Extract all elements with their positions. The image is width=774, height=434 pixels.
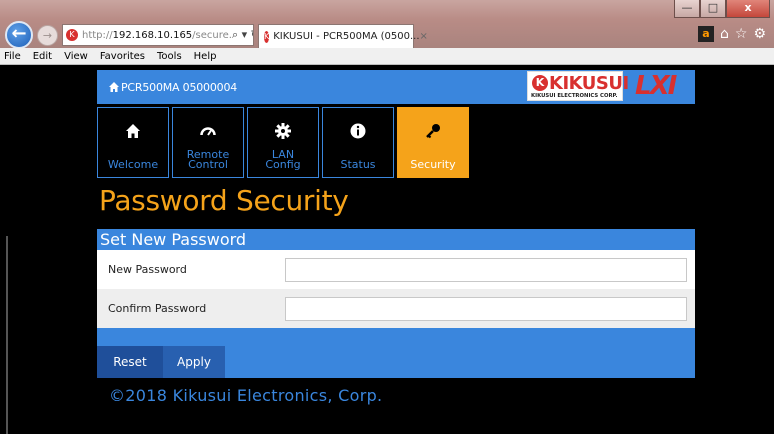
menu-view[interactable]: View bbox=[64, 51, 88, 62]
url-scheme: http:// bbox=[82, 29, 113, 41]
apply-button[interactable]: Apply bbox=[163, 346, 225, 378]
footer-strip: ©2018 Kikusui Electronics, Corp. bbox=[97, 378, 695, 414]
minimize-button[interactable]: — bbox=[674, 0, 700, 18]
home-icon bbox=[109, 82, 119, 92]
url-path: /secure. bbox=[192, 29, 232, 41]
reset-button[interactable]: Reset bbox=[97, 346, 163, 378]
confirm-password-label: Confirm Password bbox=[108, 302, 207, 315]
device-header: PCR500MA 05000004 K KIKUSUI KIKUSUI ELEC… bbox=[97, 70, 695, 104]
page-title: Password Security bbox=[99, 184, 349, 217]
page-edge bbox=[6, 236, 8, 434]
nav-welcome[interactable]: Welcome bbox=[97, 107, 169, 178]
back-button[interactable]: ← bbox=[5, 21, 33, 49]
info-icon bbox=[350, 123, 366, 139]
menu-favorites[interactable]: Favorites bbox=[100, 51, 145, 62]
url-host: 192.168.10.165 bbox=[112, 29, 193, 41]
nav-security-label: Security bbox=[410, 158, 456, 171]
new-password-label: New Password bbox=[108, 263, 187, 276]
site-icon: K bbox=[66, 29, 78, 41]
nav-remote-control-label: Remote Control bbox=[173, 149, 243, 171]
menu-help[interactable]: Help bbox=[194, 51, 217, 62]
home-icon[interactable]: ⌂ bbox=[720, 26, 729, 42]
nav-remote-control[interactable]: Remote Control bbox=[172, 107, 244, 178]
maximize-button[interactable]: □ bbox=[700, 0, 726, 18]
browser-titlebar: — □ x ← → K http:// 192.168.10.165 /secu… bbox=[0, 0, 774, 49]
favorites-star-icon[interactable]: ☆ bbox=[735, 26, 748, 42]
main-nav: Welcome Remote Control LAN Config Status… bbox=[97, 107, 469, 178]
new-password-field[interactable] bbox=[285, 257, 687, 282]
copyright-text: ©2018 Kikusui Electronics, Corp. bbox=[109, 386, 383, 405]
lxi-logo: LXI bbox=[635, 71, 677, 101]
gear-icon bbox=[275, 123, 291, 139]
nav-welcome-label: Welcome bbox=[107, 158, 159, 171]
new-password-row: New Password bbox=[97, 250, 695, 289]
tab-title: KIKUSUI - PCR500MA (0500... bbox=[273, 31, 420, 42]
gauge-icon bbox=[200, 127, 216, 136]
forward-button[interactable]: → bbox=[37, 25, 58, 46]
kikusui-logo: K KIKUSUI KIKUSUI ELECTRONICS CORP. bbox=[527, 71, 629, 101]
device-name: PCR500MA 05000004 bbox=[121, 81, 238, 94]
nav-lan-config-line2: Config bbox=[265, 158, 301, 171]
tab-site-icon: K bbox=[264, 30, 270, 43]
nav-status[interactable]: Status bbox=[322, 107, 394, 178]
nav-status-label: Status bbox=[340, 158, 376, 171]
address-controls[interactable]: ⌕ ▾ ↻ bbox=[232, 28, 253, 42]
confirm-password-row: Confirm Password bbox=[97, 289, 695, 328]
browser-toolbar-icons: a ⌂ ☆ ⚙ bbox=[697, 26, 766, 42]
panel-footer: Reset Apply ©2018 Kikusui Electronics, C… bbox=[97, 328, 695, 414]
settings-gear-icon[interactable]: ⚙ bbox=[753, 26, 766, 42]
menu-file[interactable]: File bbox=[4, 51, 21, 62]
tab-close-icon[interactable]: × bbox=[420, 31, 428, 42]
panel-title: Set New Password bbox=[97, 229, 695, 250]
close-window-button[interactable]: x bbox=[726, 0, 770, 18]
home-icon bbox=[126, 124, 140, 138]
nav-remote-control-line2: Control bbox=[188, 158, 228, 171]
browser-menubar: File Edit View Favorites Tools Help bbox=[0, 48, 774, 65]
password-panel: Set New Password New Password Confirm Pa… bbox=[97, 229, 695, 414]
nav-lan-config-label: LAN Config bbox=[248, 149, 318, 171]
key-icon bbox=[426, 124, 440, 139]
nav-security[interactable]: Security bbox=[397, 107, 469, 178]
menu-edit[interactable]: Edit bbox=[33, 51, 52, 62]
logo-text: KIKUSUI bbox=[549, 73, 629, 94]
nav-lan-config[interactable]: LAN Config bbox=[247, 107, 319, 178]
amazon-icon[interactable]: a bbox=[697, 26, 714, 42]
window-controls: — □ x bbox=[674, 0, 770, 18]
logo-subtext: KIKUSUI ELECTRONICS CORP. bbox=[531, 93, 618, 99]
kikusui-logo-mark-icon: K bbox=[532, 75, 548, 91]
confirm-password-field[interactable] bbox=[285, 296, 687, 321]
menu-tools[interactable]: Tools bbox=[157, 51, 182, 62]
page-content: PCR500MA 05000004 K KIKUSUI KIKUSUI ELEC… bbox=[0, 66, 774, 434]
address-bar[interactable]: K http:// 192.168.10.165 /secure. ⌕ ▾ ↻ bbox=[62, 24, 254, 46]
browser-tab[interactable]: K KIKUSUI - PCR500MA (0500... × bbox=[258, 24, 428, 48]
